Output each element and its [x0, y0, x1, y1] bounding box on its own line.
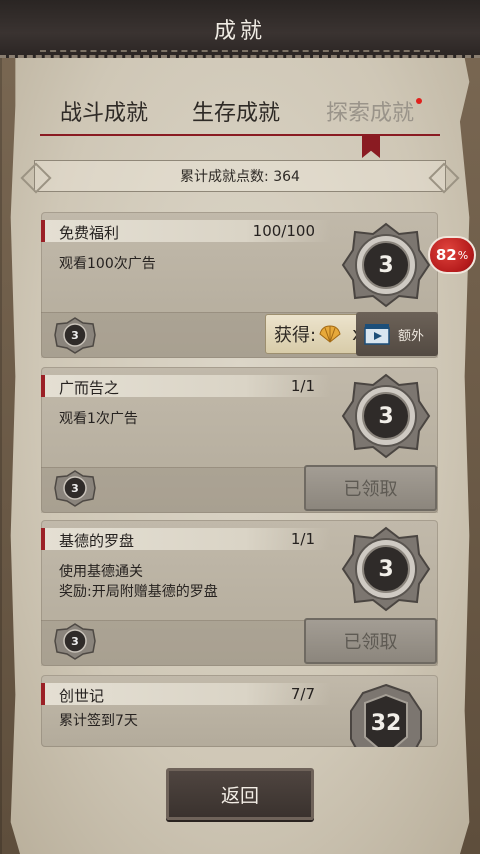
- title-bar: 成就: [0, 0, 480, 58]
- desc-line: 累计签到7天: [59, 713, 138, 729]
- achievement-desc: 累计签到7天: [59, 711, 138, 731]
- desc-line: 观看100次广告: [59, 256, 156, 272]
- tab-survival-achievements[interactable]: 生存成就: [192, 95, 280, 127]
- achievement-name: 基德的罗盘: [59, 532, 135, 550]
- reward-label: 获得:: [274, 325, 317, 346]
- tab-explore-achievements[interactable]: 探索成就: [326, 95, 423, 127]
- watch-ad-extra-button[interactable]: 额外: [356, 312, 438, 356]
- achievement-desc: 观看100次广告: [59, 254, 156, 274]
- notification-dot: [416, 98, 423, 104]
- achievement-name: 免费福利: [59, 224, 120, 242]
- achievement-name: 广而告之: [59, 379, 120, 397]
- medal-value: 3: [378, 252, 394, 278]
- achievement-name: 创世记: [59, 687, 105, 705]
- page-title: 成就: [213, 19, 266, 44]
- total-points-bar: 累计成就点数: 364: [34, 160, 446, 192]
- total-points-text: 累计成就点数: 364: [180, 169, 300, 185]
- mini-medal-icon: 3: [53, 469, 97, 507]
- card-header: 免费福利 100/100: [41, 220, 331, 242]
- medal-icon: 3: [341, 524, 431, 614]
- title-banner: 成就: [0, 0, 480, 58]
- tab-underline: [40, 134, 440, 136]
- medal-icon: 32: [341, 681, 431, 747]
- claimed-button[interactable]: 已领取: [304, 465, 437, 511]
- desc-line: 使用基德通关: [59, 564, 143, 580]
- mini-medal-value: 3: [71, 481, 79, 495]
- back-button[interactable]: 返回: [166, 768, 314, 820]
- achievement-card-genesis: 创世记 7/7 累计签到7天 32: [41, 675, 438, 747]
- percent-value: 82: [435, 246, 457, 264]
- achievement-progress: 7/7: [290, 685, 315, 703]
- claimed-button[interactable]: 已领取: [304, 618, 437, 664]
- percent-unit: %: [457, 248, 469, 262]
- achievement-desc: 使用基德通关 奖励:开局附赠基德的罗盘: [59, 562, 218, 602]
- medal-value: 3: [378, 403, 394, 429]
- tab-battle-achievements[interactable]: 战斗成就: [60, 95, 148, 127]
- mini-medal-icon: 3: [53, 622, 97, 660]
- achievement-progress: 1/1: [290, 530, 315, 548]
- card-header: 广而告之 1/1: [41, 375, 331, 397]
- mini-medal-value: 3: [71, 634, 79, 648]
- extra-label: 额外: [398, 328, 425, 344]
- achievement-card-kid-compass: 基德的罗盘 1/1 使用基德通关 奖励:开局附赠基德的罗盘 3 3 已领取: [41, 520, 438, 666]
- achievement-desc: 观看1次广告: [59, 409, 138, 429]
- video-icon: [364, 324, 390, 345]
- medal-value: 3: [378, 556, 394, 582]
- achievement-progress: 100/100: [252, 222, 315, 240]
- medal-icon: 3: [341, 371, 431, 461]
- medal-value: 32: [370, 711, 402, 736]
- achievement-card-free-welfare: 免费福利 100/100 观看100次广告 3 3 获得: x30: [41, 212, 438, 358]
- achievement-progress: 1/1: [290, 377, 315, 395]
- tab-bar: 战斗成就 生存成就 探索成就: [40, 95, 440, 135]
- completion-percent-badge: 82%: [428, 236, 476, 274]
- card-header: 基德的罗盘 1/1: [41, 528, 331, 550]
- desc-line: 观看1次广告: [59, 411, 138, 427]
- card-header: 创世记 7/7: [41, 683, 331, 705]
- desc-line: 奖励:开局附赠基德的罗盘: [59, 584, 218, 600]
- medal-icon: 3: [341, 220, 431, 310]
- shell-icon: [319, 325, 341, 343]
- tab-explore-label: 探索成就: [326, 101, 415, 126]
- mini-medal-icon: 3: [53, 316, 97, 354]
- mini-medal-value: 3: [71, 328, 79, 342]
- achievement-card-ad: 广而告之 1/1 观看1次广告 3 3 已领取: [41, 367, 438, 513]
